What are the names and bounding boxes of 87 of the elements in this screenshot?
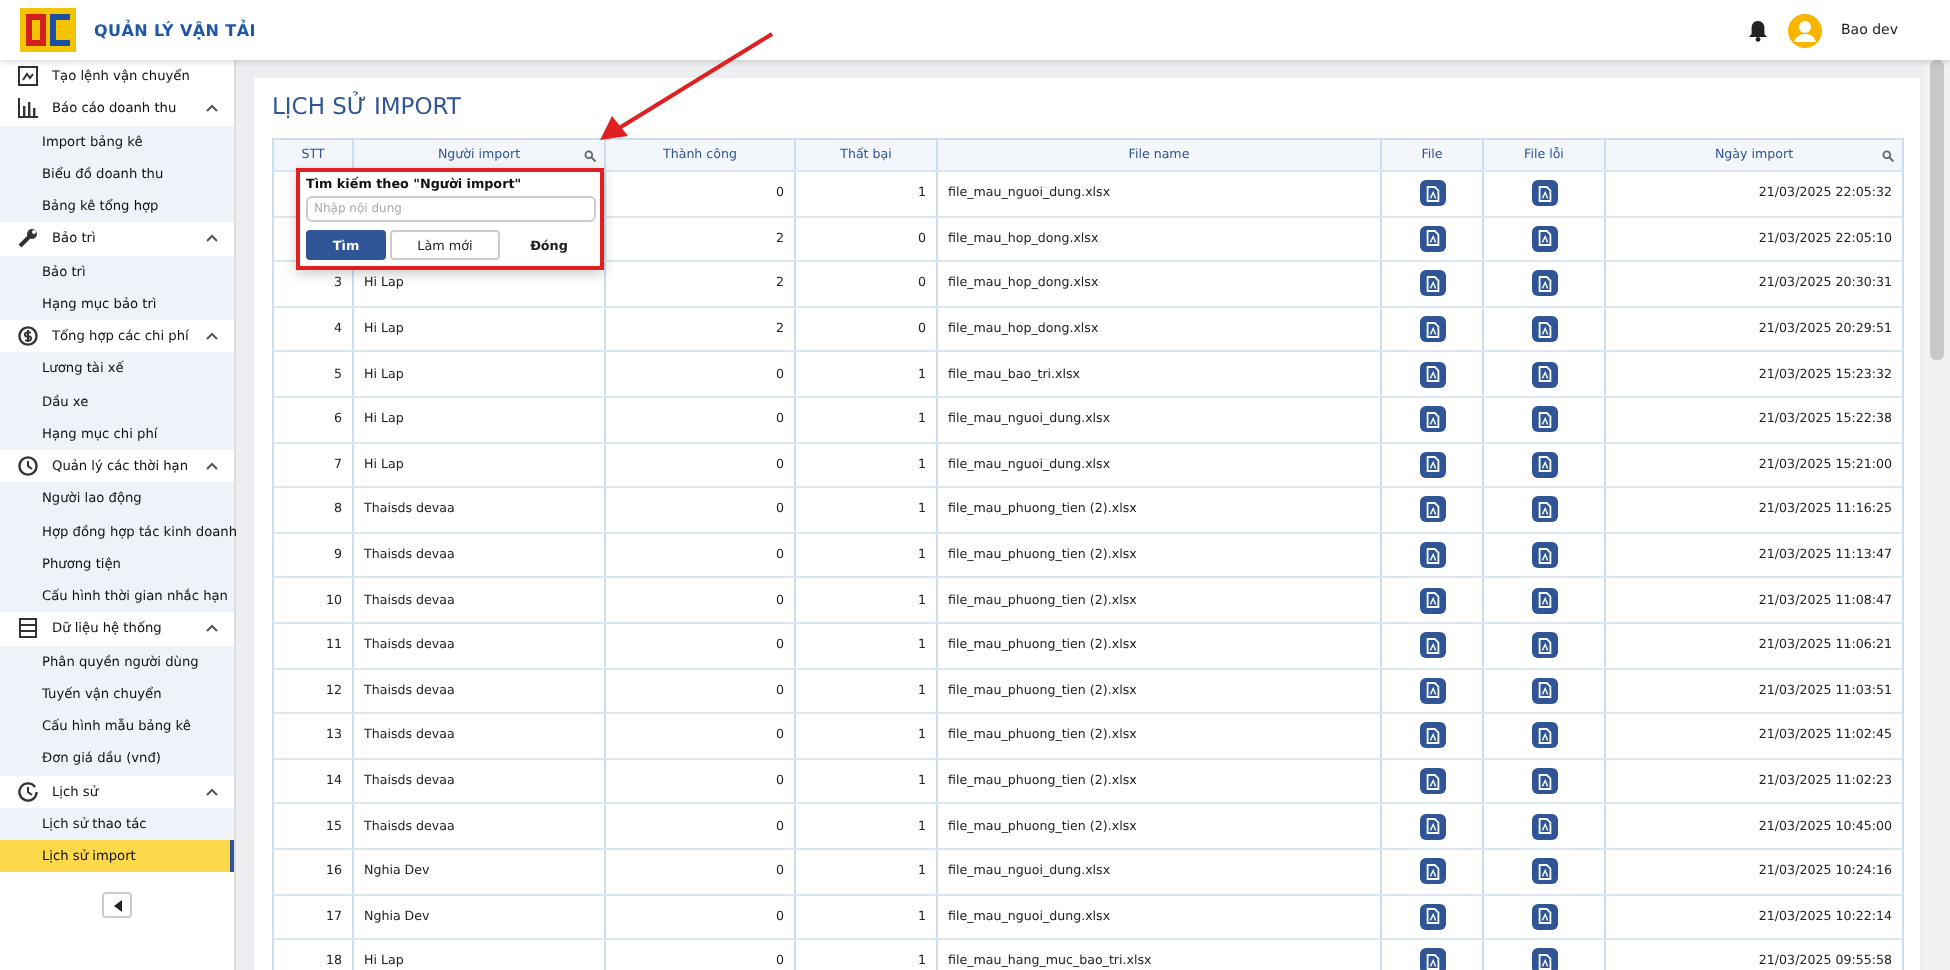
- logo-icon: [20, 8, 76, 52]
- file-icon: [1425, 230, 1439, 247]
- file-button[interactable]: [1419, 677, 1445, 704]
- file-button[interactable]: [1531, 722, 1557, 749]
- file-icon: [1537, 185, 1551, 202]
- file-button[interactable]: [1531, 813, 1557, 840]
- file-button[interactable]: [1419, 587, 1445, 614]
- file-button[interactable]: [1531, 768, 1557, 795]
- file-button[interactable]: [1419, 768, 1445, 795]
- file-icon: [1425, 185, 1439, 202]
- search-icon[interactable]: [1882, 150, 1894, 162]
- file-button[interactable]: [1531, 225, 1557, 252]
- file-icon: [1425, 773, 1439, 790]
- file-button[interactable]: [1531, 361, 1557, 388]
- file-icon: [1537, 230, 1551, 247]
- file-button[interactable]: [1531, 677, 1557, 704]
- file-button[interactable]: [1531, 858, 1557, 885]
- bar-chart-icon: [18, 98, 38, 119]
- file-button[interactable]: [1419, 903, 1445, 930]
- collapse-sidebar-button[interactable]: [102, 892, 132, 919]
- file-icon: [1425, 366, 1439, 383]
- file-button[interactable]: [1531, 406, 1557, 433]
- file-button[interactable]: [1531, 316, 1557, 343]
- history-icon: [18, 781, 38, 802]
- file-icon: [1537, 682, 1551, 699]
- file-button[interactable]: [1419, 451, 1445, 478]
- file-icon: [1537, 275, 1551, 292]
- file-icon: [1425, 637, 1439, 654]
- scrollbar[interactable]: [1924, 60, 1950, 970]
- file-icon: [1537, 908, 1551, 925]
- file-button[interactable]: [1419, 632, 1445, 659]
- file-icon: [1425, 818, 1439, 835]
- file-button[interactable]: [1419, 858, 1445, 885]
- file-button[interactable]: [1531, 270, 1557, 297]
- file-icon: [1425, 411, 1439, 428]
- file-button[interactable]: [1419, 180, 1445, 207]
- file-button[interactable]: [1531, 180, 1557, 207]
- file-button[interactable]: [1531, 632, 1557, 659]
- file-button[interactable]: [1531, 903, 1557, 930]
- file-icon: [1425, 682, 1439, 699]
- file-icon: [1425, 592, 1439, 609]
- file-icon: [1537, 818, 1551, 835]
- page-title: LỊCH SỬ IMPORT: [272, 90, 463, 122]
- file-button[interactable]: [1419, 225, 1445, 252]
- file-button[interactable]: [1419, 813, 1445, 840]
- file-icon: [1537, 637, 1551, 654]
- app-title: QUẢN LÝ VẬN TẢI: [94, 21, 256, 39]
- file-button[interactable]: [1531, 451, 1557, 478]
- file-icon: [1425, 321, 1439, 338]
- file-icon: [1537, 547, 1551, 564]
- file-icon: [1537, 727, 1551, 744]
- file-button[interactable]: [1531, 948, 1557, 970]
- file-icon: [1537, 592, 1551, 609]
- file-icon: [1537, 456, 1551, 473]
- file-icon: [1425, 501, 1439, 518]
- file-icon: [1537, 773, 1551, 790]
- clock-icon: [18, 456, 38, 477]
- file-icon: [1537, 863, 1551, 880]
- wrench-icon: [18, 228, 38, 249]
- file-icon: [1425, 727, 1439, 744]
- file-icon: [1537, 953, 1551, 970]
- file-button[interactable]: [1419, 361, 1445, 388]
- file-button[interactable]: [1419, 722, 1445, 749]
- file-button[interactable]: [1419, 496, 1445, 523]
- dollar-icon: [18, 326, 38, 347]
- file-icon: [1425, 275, 1439, 292]
- search-icon[interactable]: [584, 150, 596, 162]
- file-button[interactable]: [1419, 406, 1445, 433]
- file-icon: [1425, 547, 1439, 564]
- file-button[interactable]: [1419, 270, 1445, 297]
- file-icon: [1537, 366, 1551, 383]
- file-icon: [1425, 456, 1439, 473]
- file-button[interactable]: [1531, 542, 1557, 569]
- file-icon: [1537, 411, 1551, 428]
- caret-icon: [113, 899, 121, 912]
- file-icon: [1425, 953, 1439, 970]
- file-button[interactable]: [1419, 948, 1445, 970]
- list-icon: [18, 618, 38, 639]
- file-icon: [1425, 908, 1439, 925]
- file-button[interactable]: [1419, 316, 1445, 343]
- file-icon: [1537, 501, 1551, 518]
- file-button[interactable]: [1419, 542, 1445, 569]
- file-icon: [1537, 321, 1551, 338]
- file-button[interactable]: [1531, 496, 1557, 523]
- bell-icon[interactable]: [1747, 19, 1767, 41]
- file-icon: [1425, 863, 1439, 880]
- file-button[interactable]: [1531, 587, 1557, 614]
